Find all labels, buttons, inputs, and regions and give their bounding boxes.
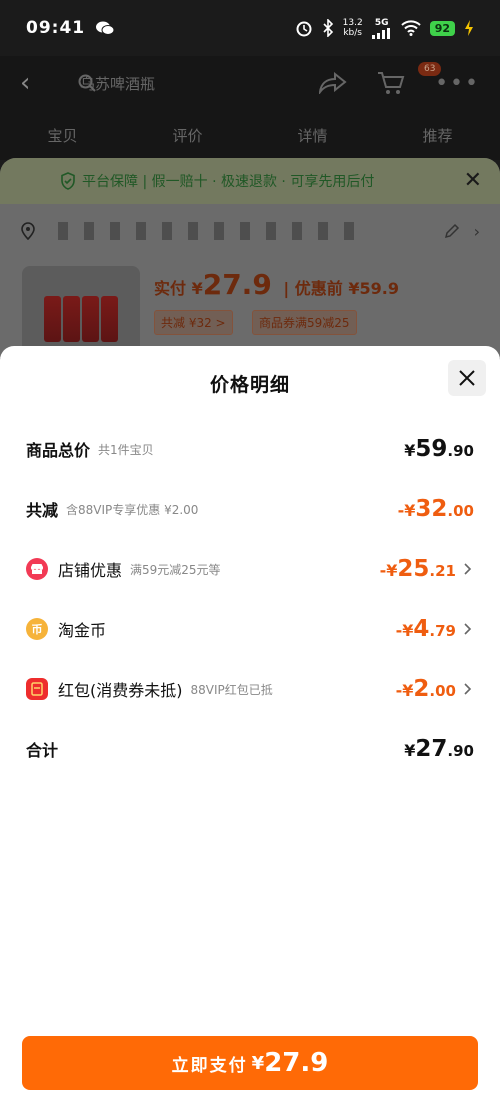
total-price-amount: ¥59.90: [404, 436, 474, 462]
price-detail-sheet: 价格明细 商品总价 共1件宝贝 ¥59.90 共减 含88VIP专享优惠 ¥2.…: [0, 346, 500, 1111]
grand-total-amount: ¥27.90: [404, 736, 474, 762]
platform-guarantee-bar: 平台保障 | 假一赔十 · 极速退款 · 可享先用后付 ✕: [0, 158, 500, 204]
pay-now-button[interactable]: 立即支付 ¥ 27.9: [22, 1036, 478, 1090]
cart-icon[interactable]: [377, 70, 405, 96]
tab-reviews[interactable]: 评价: [172, 125, 202, 146]
back-icon[interactable]: ‹: [20, 68, 50, 98]
alarm-icon: [296, 21, 312, 37]
coin-icon: 币: [26, 618, 48, 640]
status-icons: 13.2 kb/s 5G 92: [295, 18, 474, 39]
network-speed: 13.2 kb/s: [342, 18, 363, 38]
total-discount-chip[interactable]: 共减 ¥32 >: [154, 310, 233, 335]
product-tabs: 宝贝 评价 详情 推荐: [0, 110, 500, 160]
address-row[interactable]: ›: [20, 220, 480, 242]
battery-icon: 92: [429, 20, 455, 36]
shop-icon: [26, 558, 48, 580]
order-sheet-dimmed: 平台保障 | 假一赔十 · 极速退款 · 可享先用后付 ✕ › 实付 ¥27.9…: [0, 158, 500, 358]
status-time: 09:41: [26, 18, 86, 38]
chevron-right-icon: [464, 623, 472, 635]
sheet-title: 价格明细: [209, 374, 290, 396]
preview-price: 实付 ¥27.9 | 优惠前 ¥59.9: [154, 268, 399, 301]
search-icon: [78, 74, 96, 92]
total-discount-amount: -¥ 32.00: [397, 496, 474, 522]
signal-icon: 5G: [371, 18, 392, 39]
cart-count-badge: 63: [418, 62, 442, 76]
coupon-chip[interactable]: 商品券满59减25: [252, 310, 357, 335]
bluetooth-icon: [323, 19, 333, 37]
red-packet-amount: -¥ 2.00: [395, 676, 456, 702]
address-redacted: [58, 222, 358, 240]
product-nav-bar: ‹ 乌苏啤酒瓶 ••• 63: [0, 56, 500, 110]
status-bar: 09:41 13.2 kb/s 5G 92: [0, 0, 500, 56]
row-taojinbi[interactable]: 币 淘金币 -¥ 4.79: [26, 614, 474, 644]
shield-icon: [61, 172, 75, 190]
tab-details[interactable]: 详情: [297, 125, 327, 146]
location-icon: [21, 222, 35, 240]
chevron-right-icon: [464, 683, 472, 695]
edit-icon[interactable]: [444, 223, 460, 239]
red-packet-icon: [26, 678, 48, 700]
product-thumbnail: [22, 266, 140, 356]
row-grand-total: 合计 ¥27.90: [26, 736, 474, 762]
close-button[interactable]: [448, 360, 486, 396]
charging-icon: [465, 20, 473, 36]
row-shop-discount[interactable]: 店铺优惠 满59元减25元等 -¥ 25.21: [26, 554, 474, 584]
share-icon[interactable]: [319, 72, 347, 94]
more-icon[interactable]: •••: [435, 71, 480, 96]
taojinbi-amount: -¥ 4.79: [395, 616, 456, 642]
tab-item[interactable]: 宝贝: [47, 125, 77, 146]
chevron-right-icon: [464, 563, 472, 575]
shop-discount-amount: -¥ 25.21: [379, 556, 456, 582]
guarantee-text: 平台保障 | 假一赔十 · 极速退款 · 可享先用后付: [82, 174, 375, 190]
row-red-packet[interactable]: 红包(消费券未抵) 88VIP红包已抵 -¥ 2.00: [26, 674, 474, 704]
close-icon[interactable]: ✕: [464, 168, 482, 193]
chevron-right-icon: ›: [473, 221, 480, 241]
row-total-price: 商品总价 共1件宝贝 ¥59.90: [26, 436, 474, 462]
wifi-icon: [400, 20, 421, 36]
tab-recommend[interactable]: 推荐: [422, 125, 452, 146]
close-icon: [459, 370, 475, 386]
wechat-icon: [96, 21, 115, 35]
row-total-discount: 共减 含88VIP专享优惠 ¥2.00 -¥ 32.00: [26, 496, 474, 522]
